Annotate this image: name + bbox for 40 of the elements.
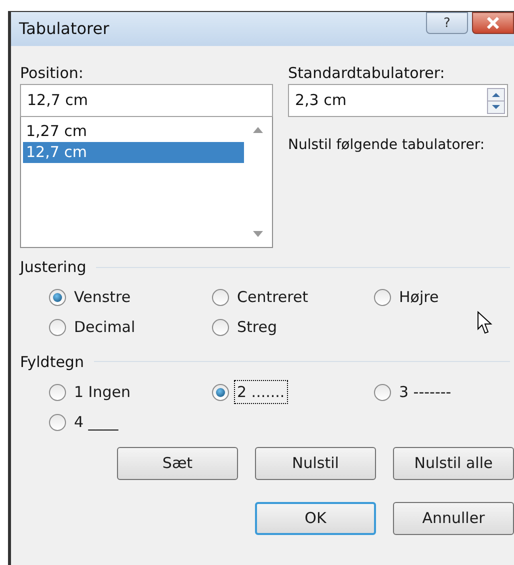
close-button[interactable]	[472, 12, 514, 34]
dialog-button[interactable]: Annuller	[393, 502, 514, 535]
radio-button[interactable]	[49, 319, 66, 336]
radio-button[interactable]	[212, 319, 229, 336]
radio-label: 4 ____	[73, 412, 120, 433]
position-field[interactable]: 12,7 cm	[20, 84, 273, 117]
window-title: Tabulatorer	[19, 18, 110, 40]
radio-label: Decimal	[73, 317, 136, 338]
radio-label: 2 .......	[235, 380, 287, 404]
group-title: Justering	[20, 257, 86, 278]
radio-button[interactable]	[212, 289, 229, 306]
group-title: Fyldtegn	[20, 352, 84, 372]
radio-label: Streg	[236, 317, 278, 338]
close-icon	[486, 17, 500, 29]
dialog-button[interactable]: Sæt	[117, 447, 238, 480]
radio-label: Venstre	[73, 287, 132, 308]
radio-label: Centreret	[236, 287, 310, 308]
radio-button[interactable]	[49, 384, 66, 400]
radio-button[interactable]	[49, 414, 66, 430]
radio-button[interactable]	[49, 289, 66, 306]
scroll-down-icon	[253, 231, 263, 237]
cursor-icon	[477, 311, 493, 335]
scroll-up-icon	[253, 127, 263, 133]
radio-button[interactable]	[212, 384, 229, 400]
list-item[interactable]: 1,27 cm	[23, 121, 244, 142]
default-tabs-label: Standardtabulatorer:	[288, 63, 446, 84]
dialog-button[interactable]: OK	[255, 502, 376, 535]
radio-button[interactable]	[374, 289, 391, 306]
position-label: Position:	[20, 63, 84, 84]
spin-field[interactable]: 2,3 cm	[288, 84, 508, 117]
radio-label: Højre	[398, 287, 440, 308]
radio-label: 3 -------	[398, 382, 452, 403]
clear-tabs-label: Nulstil følgende tabulatorer:	[288, 136, 486, 155]
list-item[interactable]: 12,7 cm	[23, 142, 244, 163]
dialog-button[interactable]: Nulstil	[255, 447, 376, 480]
help-button[interactable]: ?	[426, 12, 468, 34]
spinner-icon	[487, 88, 505, 114]
radio-label: 1 Ingen	[73, 382, 132, 403]
radio-button[interactable]	[374, 384, 391, 400]
dialog-button[interactable]: Nulstil alle	[393, 447, 514, 480]
